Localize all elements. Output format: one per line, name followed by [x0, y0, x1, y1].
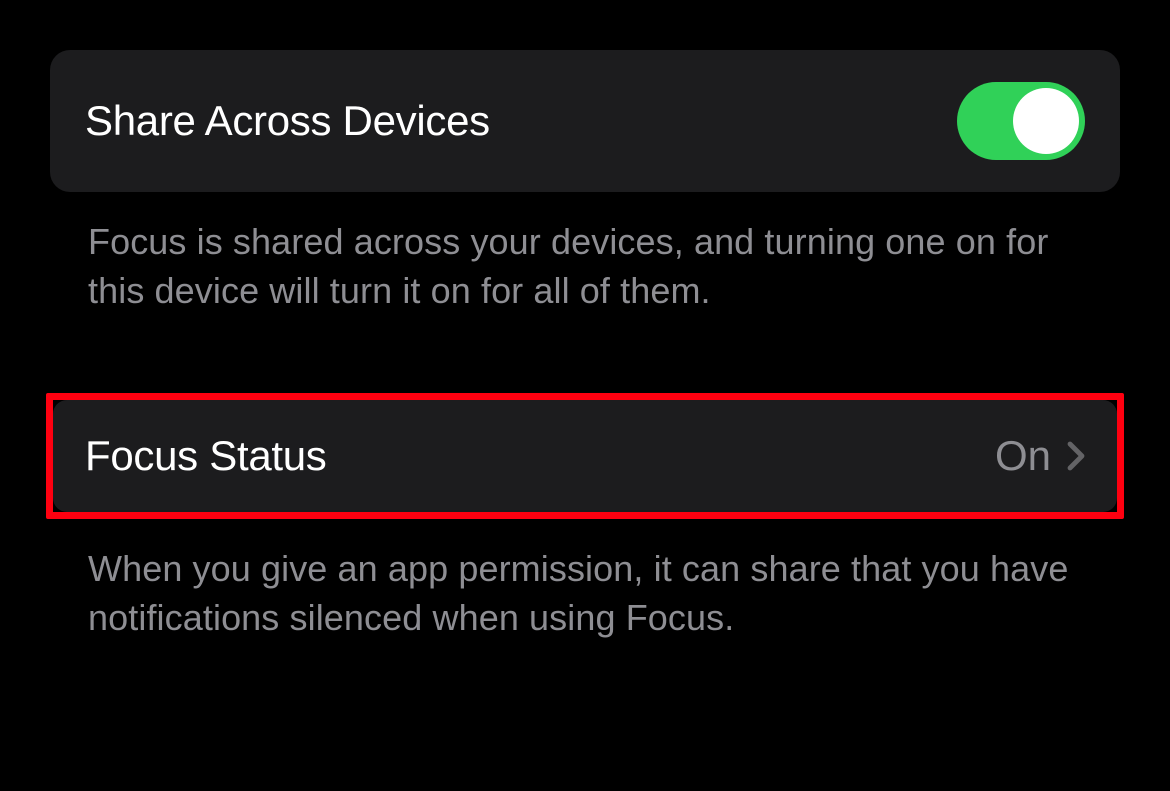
share-across-devices-toggle[interactable] — [957, 82, 1085, 160]
group-spacer — [50, 315, 1120, 393]
focus-status-row[interactable]: Focus Status On — [53, 400, 1117, 512]
share-across-devices-label: Share Across Devices — [85, 97, 490, 145]
share-across-devices-row[interactable]: Share Across Devices — [50, 50, 1120, 192]
chevron-right-icon — [1067, 441, 1085, 471]
focus-status-value: On — [995, 432, 1051, 480]
focus-status-footer: When you give an app permission, it can … — [50, 519, 1120, 642]
share-across-devices-footer: Focus is shared across your devices, and… — [50, 192, 1120, 315]
focus-status-label: Focus Status — [85, 432, 327, 480]
focus-status-right-detail: On — [995, 432, 1085, 480]
toggle-knob — [1013, 88, 1079, 154]
focus-status-highlight-box: Focus Status On — [46, 393, 1124, 519]
